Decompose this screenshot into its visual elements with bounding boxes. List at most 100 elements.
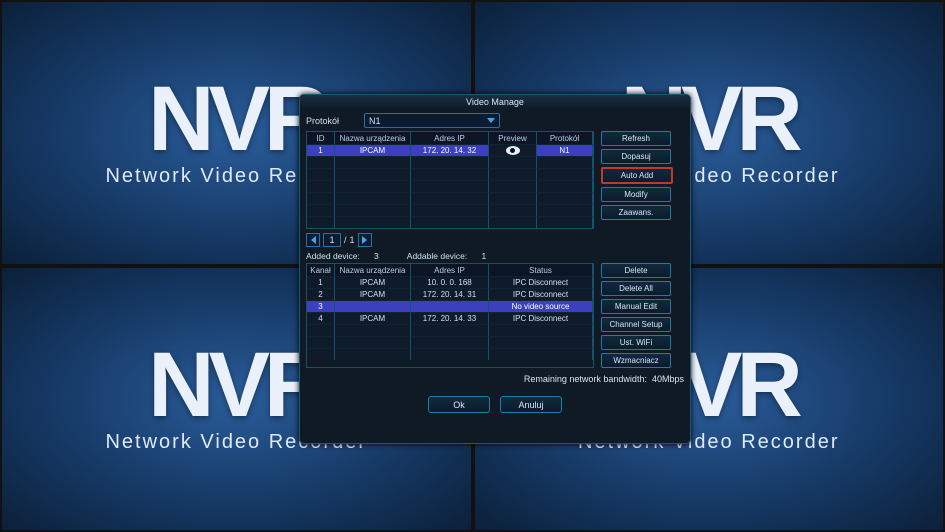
pager-current[interactable]: 1 (323, 233, 341, 247)
addable-label: Addable device: (407, 251, 468, 261)
auto-add-button[interactable]: Auto Add (601, 167, 673, 184)
table-row[interactable] (307, 192, 593, 204)
table-cell: 172. 20. 14. 33 (411, 312, 489, 324)
table-cell (335, 348, 411, 360)
table-cell: No video source (489, 300, 593, 312)
video-manage-dialog: Video Manage Protokół N1 IDNazwa urządze… (299, 94, 691, 444)
added-value: 3 (374, 251, 379, 261)
table-row[interactable] (307, 204, 593, 216)
table-cell (335, 324, 411, 336)
table-cell (411, 168, 489, 180)
table-cell (537, 192, 593, 204)
table-row[interactable] (307, 180, 593, 192)
chevron-left-icon (311, 236, 316, 244)
table-cell (489, 216, 537, 228)
bandwidth-value: 40Mbps (652, 374, 684, 384)
pager-next[interactable] (358, 233, 372, 247)
table-row[interactable] (307, 216, 593, 228)
table-header: Preview (489, 132, 537, 144)
protocol-value: N1 (369, 116, 381, 126)
bg-logo: NVR (148, 344, 324, 427)
table-cell (489, 156, 537, 168)
table-row[interactable]: 2IPCAM172. 20. 14. 31IPC Disconnect (307, 288, 593, 300)
table-cell (307, 216, 335, 228)
table-cell (411, 204, 489, 216)
pager: 1 / 1 (306, 233, 684, 247)
table-cell (489, 336, 593, 348)
table-header: ID (307, 132, 335, 144)
table-cell (489, 324, 593, 336)
table-cell (411, 300, 489, 312)
table-cell (335, 168, 411, 180)
table-row[interactable]: 4IPCAM172. 20. 14. 33IPC Disconnect (307, 312, 593, 324)
table-row[interactable]: 3No video source (307, 300, 593, 312)
table-cell (537, 216, 593, 228)
wzmacniacz-button[interactable]: Wzmacniacz (601, 353, 671, 368)
discovered-buttons-col: Refresh Dopasuj Auto Add Modify Zaawans. (601, 131, 673, 229)
refresh-button[interactable]: Refresh (601, 131, 671, 146)
pager-prev[interactable] (306, 233, 320, 247)
table-header: Protokół (537, 132, 593, 144)
table-cell: IPC Disconnect (489, 288, 593, 300)
table-cell (307, 156, 335, 168)
modify-button[interactable]: Modify (601, 187, 671, 202)
table-cell (335, 336, 411, 348)
table-cell: N1 (537, 144, 593, 156)
table-cell (307, 192, 335, 204)
table-cell: 172. 20. 14. 32 (411, 144, 489, 156)
table-cell (411, 216, 489, 228)
table-header: Adres IP (411, 264, 489, 276)
table-cell (307, 204, 335, 216)
table-row[interactable] (307, 168, 593, 180)
table-row[interactable]: 1IPCAM172. 20. 14. 32N1 (307, 144, 593, 156)
discovered-devices-table: IDNazwa urządzeniaAdres IPPreviewProtokó… (306, 131, 594, 229)
table-row[interactable]: 1IPCAM10. 0. 0. 168IPC Disconnect (307, 276, 593, 288)
table-cell (489, 192, 537, 204)
table-row[interactable] (307, 336, 593, 348)
table-cell (411, 180, 489, 192)
bandwidth-label: Remaining network bandwidth: (524, 374, 647, 384)
table-row[interactable] (307, 348, 593, 360)
chevron-right-icon (362, 236, 367, 244)
manual-edit-button[interactable]: Manual Edit (601, 299, 671, 314)
zaawans--button[interactable]: Zaawans. (601, 205, 671, 220)
dopasuj-button[interactable]: Dopasuj (601, 149, 671, 164)
channel-setup-button[interactable]: Channel Setup (601, 317, 671, 332)
delete-all-button[interactable]: Delete All (601, 281, 671, 296)
table-cell (335, 216, 411, 228)
table-header: Kanał (307, 264, 335, 276)
table-cell (489, 144, 537, 156)
eye-icon (506, 146, 520, 155)
table-cell: 1 (307, 276, 335, 288)
protocol-label: Protokół (306, 116, 364, 126)
table-cell (411, 336, 489, 348)
table-cell: 172. 20. 14. 31 (411, 288, 489, 300)
dialog-title: Video Manage (300, 95, 690, 109)
protocol-select[interactable]: N1 (364, 113, 500, 128)
delete-button[interactable]: Delete (601, 263, 671, 278)
table-cell: 10. 0. 0. 168 (411, 276, 489, 288)
table-cell (411, 156, 489, 168)
table-cell (335, 156, 411, 168)
table-row[interactable] (307, 156, 593, 168)
table-cell (537, 180, 593, 192)
table-cell (489, 348, 593, 360)
addable-value: 1 (481, 251, 486, 261)
table-cell (335, 204, 411, 216)
table-header: Nazwa urządzenia (335, 264, 411, 276)
table-cell (307, 336, 335, 348)
table-row[interactable] (307, 324, 593, 336)
table-cell (489, 204, 537, 216)
table-cell (335, 192, 411, 204)
ok-button[interactable]: Ok (428, 396, 490, 413)
table-cell (335, 300, 411, 312)
table-cell (411, 324, 489, 336)
chevron-down-icon (487, 118, 495, 123)
table-cell: IPC Disconnect (489, 276, 593, 288)
ust-wifi-button[interactable]: Ust. WiFi (601, 335, 671, 350)
table-cell (411, 192, 489, 204)
table-cell (307, 168, 335, 180)
cancel-button[interactable]: Anuluj (500, 396, 562, 413)
table-cell: 1 (307, 144, 335, 156)
table-cell (537, 156, 593, 168)
